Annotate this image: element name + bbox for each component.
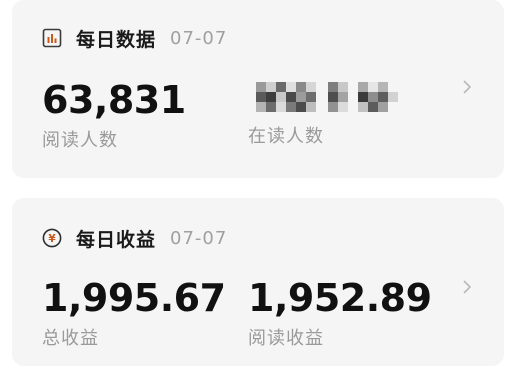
daily-data-card[interactable]: 每日数据 07-07 63,831 阅读人数 在读人数 bbox=[12, 0, 504, 178]
reads-label: 阅读人数 bbox=[42, 130, 118, 151]
total-income-value: 1,995.67 bbox=[42, 276, 226, 320]
reading-income-metric: 1,952.89 阅读收益 bbox=[248, 276, 432, 350]
daily-income-date: 07-07 bbox=[170, 227, 228, 249]
currency-symbol: ¥ bbox=[48, 233, 56, 245]
reading-income-value: 1,952.89 bbox=[248, 276, 432, 320]
yuan-coin-icon: ¥ bbox=[42, 228, 62, 248]
chevron-right-icon[interactable] bbox=[460, 280, 474, 294]
chevron-right-icon[interactable] bbox=[460, 80, 474, 94]
daily-data-title: 每日数据 bbox=[76, 28, 157, 51]
total-income-label: 总收益 bbox=[42, 328, 99, 349]
daily-income-card[interactable]: ¥ 每日收益 07-07 1,995.67 总收益 1,952.89 阅读收益 bbox=[12, 198, 504, 366]
daily-data-date: 07-07 bbox=[170, 27, 228, 49]
online-readers-metric: 在读人数 bbox=[248, 78, 406, 148]
bar-chart-icon bbox=[42, 28, 62, 48]
online-readers-label: 在读人数 bbox=[248, 126, 324, 147]
daily-income-title: 每日收益 bbox=[76, 228, 157, 251]
total-income-metric: 1,995.67 总收益 bbox=[42, 276, 226, 350]
reads-value: 63,831 bbox=[42, 78, 186, 122]
daily-income-header: ¥ 每日收益 07-07 bbox=[42, 224, 227, 252]
pixelated-value bbox=[256, 82, 398, 112]
reading-income-label: 阅读收益 bbox=[248, 328, 324, 349]
daily-data-header: 每日数据 07-07 bbox=[42, 24, 227, 52]
reads-metric: 63,831 阅读人数 bbox=[42, 78, 186, 152]
